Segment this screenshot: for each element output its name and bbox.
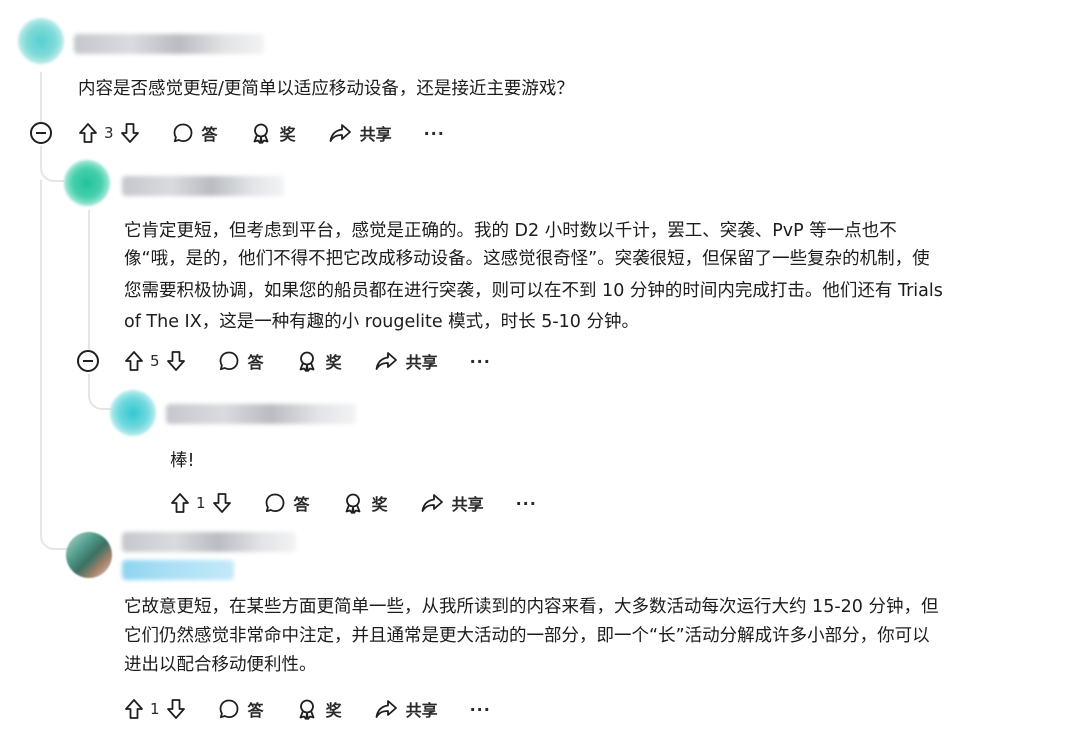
- vote-count: 5: [150, 352, 160, 370]
- reply-button[interactable]: 答: [172, 121, 218, 145]
- thread-elbow-c4: [40, 510, 70, 550]
- more-options-button[interactable]: ···: [470, 700, 491, 719]
- comment-body-line: of The IX，这是一种有趣的小 rougelite 模式，时长 5-10 …: [124, 312, 639, 332]
- award-label: 奖: [325, 701, 342, 720]
- award-icon: [250, 122, 272, 144]
- share-arrow-icon: [420, 492, 444, 514]
- comment-actions: 5 答 奖 共享 ···: [124, 347, 491, 375]
- collapse-thread-button[interactable]: [30, 122, 52, 144]
- reply-label: 答: [201, 125, 218, 144]
- reply-label: 答: [293, 495, 310, 514]
- share-arrow-icon: [374, 698, 398, 720]
- comment-body-line: 进出以配合移动便利性。: [124, 655, 317, 675]
- minus-icon: [83, 360, 93, 362]
- comment-body-line: 它们仍然感觉非常命中注定，并且通常是更大活动的一部分，即一个“长”活动分解成许多…: [124, 626, 930, 646]
- collapse-thread-button[interactable]: [77, 350, 99, 372]
- award-button[interactable]: 奖: [296, 349, 342, 373]
- vote-group: 5: [124, 350, 186, 372]
- more-dots-icon: ···: [469, 351, 491, 371]
- share-label: 共享: [359, 125, 392, 144]
- username-blurred[interactable]: [122, 532, 296, 552]
- reply-label: 答: [247, 353, 264, 372]
- thread-line-c2: [88, 210, 90, 350]
- upvote-icon[interactable]: [78, 122, 98, 144]
- downvote-icon[interactable]: [166, 698, 186, 720]
- downvote-icon[interactable]: [120, 122, 140, 144]
- user-avatar[interactable]: [18, 18, 64, 64]
- more-options-button[interactable]: ···: [516, 494, 537, 513]
- award-button[interactable]: 奖: [250, 121, 296, 145]
- more-options-button[interactable]: ···: [470, 352, 491, 371]
- reply-button[interactable]: 答: [218, 697, 264, 721]
- reply-button[interactable]: 答: [218, 349, 264, 373]
- share-arrow-icon: [374, 350, 398, 372]
- award-label: 奖: [371, 495, 388, 514]
- share-button[interactable]: 共享: [374, 697, 438, 721]
- more-dots-icon: ···: [515, 493, 537, 513]
- comment-body-line: 它故意更短，在某些方面更简单一些，从我所读到的内容来看，大多数活动每次运行大约 …: [124, 597, 939, 617]
- downvote-icon[interactable]: [212, 492, 232, 514]
- comment-body-line: 像“哦，是的，他们不得不把它改成移动设备。这感觉很奇怪”。突袭很短，但保留了一些…: [124, 249, 930, 269]
- upvote-icon[interactable]: [124, 350, 144, 372]
- share-label: 共享: [451, 495, 484, 514]
- comment-bubble-icon: [218, 350, 240, 372]
- vote-count: 1: [150, 700, 160, 718]
- comment-body: 棒!: [170, 451, 195, 471]
- comment-actions: 1 答 奖 共享 ···: [124, 695, 491, 723]
- reply-label: 答: [247, 701, 264, 720]
- more-dots-icon: ···: [423, 123, 445, 143]
- award-button[interactable]: 奖: [342, 491, 388, 515]
- award-button[interactable]: 奖: [296, 697, 342, 721]
- more-dots-icon: ···: [469, 699, 491, 719]
- comment-actions: 1 答 奖 共享 ···: [170, 489, 537, 517]
- username-blurred[interactable]: [74, 34, 264, 54]
- downvote-icon[interactable]: [166, 350, 186, 372]
- user-avatar[interactable]: [66, 532, 112, 578]
- comment-body-line: 您需要积极协调，如果您的船员都在进行突袭，则可以在不到 10 分钟的时间内完成打…: [124, 281, 943, 301]
- username-blurred[interactable]: [166, 404, 356, 424]
- thread-elbow-c2: [40, 146, 64, 182]
- user-avatar[interactable]: [110, 390, 156, 436]
- upvote-icon[interactable]: [124, 698, 144, 720]
- thread-line-root-lower: [40, 180, 42, 532]
- more-options-button[interactable]: ···: [424, 124, 445, 143]
- vote-group: 1: [124, 698, 186, 720]
- award-icon: [296, 350, 318, 372]
- minus-icon: [36, 132, 46, 134]
- award-icon: [342, 492, 364, 514]
- share-button[interactable]: 共享: [374, 349, 438, 373]
- share-label: 共享: [405, 701, 438, 720]
- username-blurred[interactable]: [122, 176, 284, 196]
- comment-bubble-icon: [218, 698, 240, 720]
- award-label: 奖: [279, 125, 296, 144]
- share-arrow-icon: [328, 122, 352, 144]
- reply-button[interactable]: 答: [264, 491, 310, 515]
- upvote-icon[interactable]: [170, 492, 190, 514]
- vote-group: 3: [78, 122, 140, 144]
- comment-actions: 3 答 奖 共享 ···: [78, 119, 445, 147]
- user-flair-blurred: [122, 560, 234, 580]
- share-label: 共享: [405, 353, 438, 372]
- thread-elbow-c3: [88, 374, 114, 410]
- comment-body-line: 它肯定更短，但考虑到平台，感觉是正确的。我的 D2 小时数以千计，罢工、突袭、P…: [124, 221, 897, 241]
- share-button[interactable]: 共享: [420, 491, 484, 515]
- thread-line-root: [40, 72, 42, 122]
- comment-bubble-icon: [172, 122, 194, 144]
- vote-group: 1: [170, 492, 232, 514]
- comment-body: 内容是否感觉更短/更简单以适应移动设备，还是接近主要游戏？: [78, 79, 574, 99]
- award-label: 奖: [325, 353, 342, 372]
- vote-count: 1: [196, 494, 206, 512]
- vote-count: 3: [104, 124, 114, 142]
- user-avatar[interactable]: [64, 160, 110, 206]
- comment-bubble-icon: [264, 492, 286, 514]
- share-button[interactable]: 共享: [328, 121, 392, 145]
- award-icon: [296, 698, 318, 720]
